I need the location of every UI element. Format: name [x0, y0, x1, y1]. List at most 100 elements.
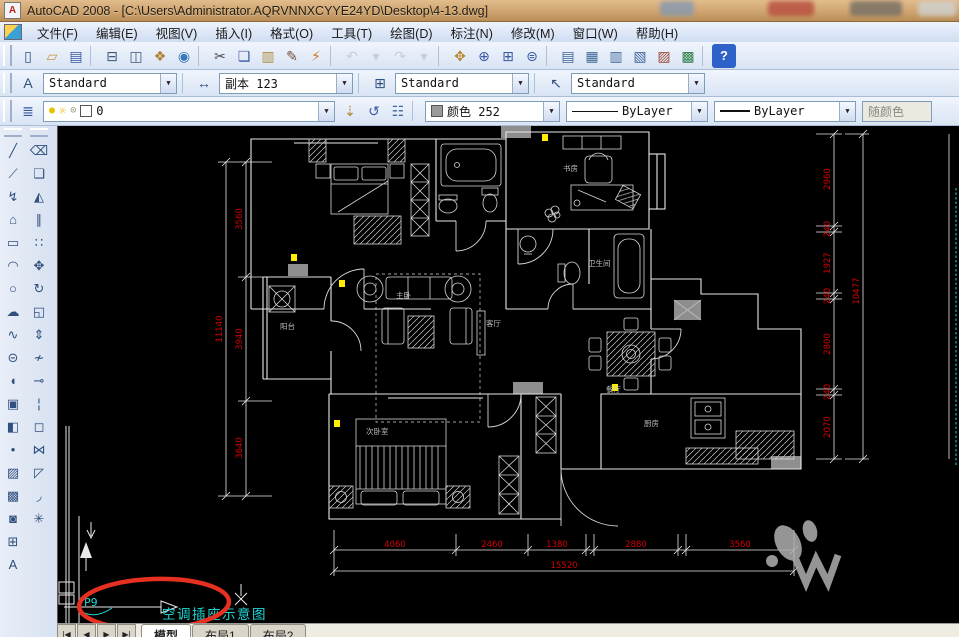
revision-cloud-icon[interactable]: ☁	[1, 300, 25, 323]
menu-draw[interactable]: 绘图(D)	[381, 21, 441, 44]
tab-model[interactable]: 模型	[141, 624, 192, 637]
menu-edit[interactable]: 编辑(E)	[87, 21, 147, 44]
undo-list-icon[interactable]: ▾	[364, 44, 388, 68]
table-style-combo[interactable]: Standard ▼	[395, 72, 529, 94]
menu-insert[interactable]: 插入(I)	[206, 21, 261, 44]
layer-previous-icon[interactable]: ↺	[362, 99, 386, 123]
toolbar-grip[interactable]	[3, 72, 12, 94]
next-tab-button[interactable]: ▶	[97, 624, 116, 637]
tab-layout1[interactable]: 布局1	[192, 624, 249, 637]
insert-block-icon[interactable]: ▣	[1, 392, 25, 415]
plot-icon[interactable]: ⊟	[100, 44, 124, 68]
polyline-icon[interactable]: ↯	[1, 185, 25, 208]
spline-icon[interactable]: ∿	[1, 323, 25, 346]
line-icon[interactable]: ╱	[1, 139, 25, 162]
dwf-viewer-icon[interactable]: ◉	[172, 44, 196, 68]
multileader-style-combo[interactable]: Standard ▼	[571, 72, 705, 94]
copy-object-icon[interactable]: ❏	[27, 162, 51, 185]
save-icon[interactable]: ▤	[64, 44, 88, 68]
ellipse-icon[interactable]: ⊝	[1, 346, 25, 369]
toolbar-grip[interactable]	[3, 99, 12, 123]
sheet-set-manager-icon[interactable]: ▧	[628, 44, 652, 68]
menu-dimension[interactable]: 标注(N)	[442, 21, 502, 44]
tool-palettes-icon[interactable]: ▥	[604, 44, 628, 68]
quickcalc-icon[interactable]: ▩	[676, 44, 700, 68]
rotate-icon[interactable]: ↻	[27, 277, 51, 300]
menu-tools[interactable]: 工具(T)	[322, 21, 381, 44]
redo-icon[interactable]: ↷	[388, 44, 412, 68]
multiline-text-icon[interactable]: A	[1, 553, 25, 576]
scale-icon[interactable]: ◱	[27, 300, 51, 323]
make-block-icon[interactable]: ◧	[1, 415, 25, 438]
toolbar-grip[interactable]	[29, 128, 49, 137]
region-icon[interactable]: ◙	[1, 507, 25, 530]
publish-icon[interactable]: ❖	[148, 44, 172, 68]
match-properties-icon[interactable]: ✎	[280, 44, 304, 68]
layer-thaw-sun-icon[interactable]: ☼	[59, 105, 66, 117]
properties-icon[interactable]: ▤	[556, 44, 580, 68]
open-icon[interactable]: ▱	[40, 44, 64, 68]
menu-window[interactable]: 窗口(W)	[564, 21, 627, 44]
chamfer-icon[interactable]: ◸	[27, 461, 51, 484]
array-icon[interactable]: ∷	[27, 231, 51, 254]
layer-lock-icon[interactable]: ⊙	[70, 106, 76, 116]
move-icon[interactable]: ✥	[27, 254, 51, 277]
prev-tab-button[interactable]: ◀	[77, 624, 96, 637]
table-style-icon[interactable]: ⊞	[368, 71, 392, 95]
zoom-window-icon[interactable]: ⊞	[496, 44, 520, 68]
arc-icon[interactable]: ◠	[1, 254, 25, 277]
first-tab-button[interactable]: |◀	[57, 624, 76, 637]
linetype-combo[interactable]: ByLayer ▼	[566, 100, 708, 122]
dimension-style-icon[interactable]: ↔	[192, 71, 216, 95]
multileader-style-icon[interactable]: ↖	[544, 71, 568, 95]
layer-states-icon[interactable]: ☷	[386, 99, 410, 123]
chevron-down-icon[interactable]: ▼	[839, 101, 855, 121]
pan-icon[interactable]: ✥	[448, 44, 472, 68]
gradient-icon[interactable]: ▩	[1, 484, 25, 507]
lineweight-combo[interactable]: ByLayer ▼	[714, 100, 856, 122]
toolbar-grip[interactable]	[3, 44, 12, 67]
color-combo[interactable]: 颜色 252 ▼	[425, 100, 560, 122]
last-tab-button[interactable]: ▶|	[117, 624, 136, 637]
make-object-layer-current-icon[interactable]: ⇣	[338, 99, 362, 123]
plot-preview-icon[interactable]: ◫	[124, 44, 148, 68]
menu-view[interactable]: 视图(V)	[147, 21, 207, 44]
chevron-down-icon[interactable]: ▼	[512, 73, 528, 93]
construction-line-icon[interactable]: ⟋	[1, 162, 25, 185]
chevron-down-icon[interactable]: ▼	[318, 101, 334, 121]
copy-icon[interactable]: ❏	[232, 44, 256, 68]
redo-list-icon[interactable]: ▾	[412, 44, 436, 68]
drawing-file-icon[interactable]	[4, 24, 22, 40]
hatch-icon[interactable]: ▨	[1, 461, 25, 484]
layer-properties-manager-icon[interactable]: ≣	[16, 99, 40, 123]
table-icon[interactable]: ⊞	[1, 530, 25, 553]
offset-icon[interactable]: ∥	[27, 208, 51, 231]
extend-icon[interactable]: ⊸	[27, 369, 51, 392]
menu-modify[interactable]: 修改(M)	[502, 21, 564, 44]
toolbar-grip[interactable]	[3, 128, 23, 137]
chevron-down-icon[interactable]: ▼	[160, 73, 176, 93]
text-style-combo[interactable]: Standard ▼	[43, 72, 177, 94]
help-icon[interactable]: ?	[712, 43, 736, 68]
polygon-icon[interactable]: ⌂	[1, 208, 25, 231]
text-style-icon[interactable]: A	[16, 71, 40, 95]
erase-icon[interactable]: ⌫	[27, 139, 51, 162]
stretch-icon[interactable]: ⇕	[27, 323, 51, 346]
cut-icon[interactable]: ✂	[208, 44, 232, 68]
chevron-down-icon[interactable]: ▼	[336, 73, 352, 93]
zoom-realtime-icon[interactable]: ⊕	[472, 44, 496, 68]
ellipse-arc-icon[interactable]: ◖	[1, 369, 25, 392]
layer-on-bulb-icon[interactable]: ●	[49, 106, 55, 116]
break-icon[interactable]: ◻	[27, 415, 51, 438]
break-at-point-icon[interactable]: ¦	[27, 392, 51, 415]
rectangle-icon[interactable]: ▭	[1, 231, 25, 254]
drawing-canvas[interactable]: 主卧 书房 客厅 餐厅 次卧室 厨房 阳台 卫生间 3560 3940 3640…	[57, 126, 959, 632]
explode-icon[interactable]: ✳	[27, 507, 51, 530]
dimension-style-combo[interactable]: 副本 123 ▼	[219, 72, 353, 94]
trim-icon[interactable]: ≁	[27, 346, 51, 369]
circle-icon[interactable]: ○	[1, 277, 25, 300]
fillet-icon[interactable]: ◞	[27, 484, 51, 507]
undo-icon[interactable]: ↶	[340, 44, 364, 68]
designcenter-icon[interactable]: ▦	[580, 44, 604, 68]
menu-file[interactable]: 文件(F)	[28, 21, 87, 44]
